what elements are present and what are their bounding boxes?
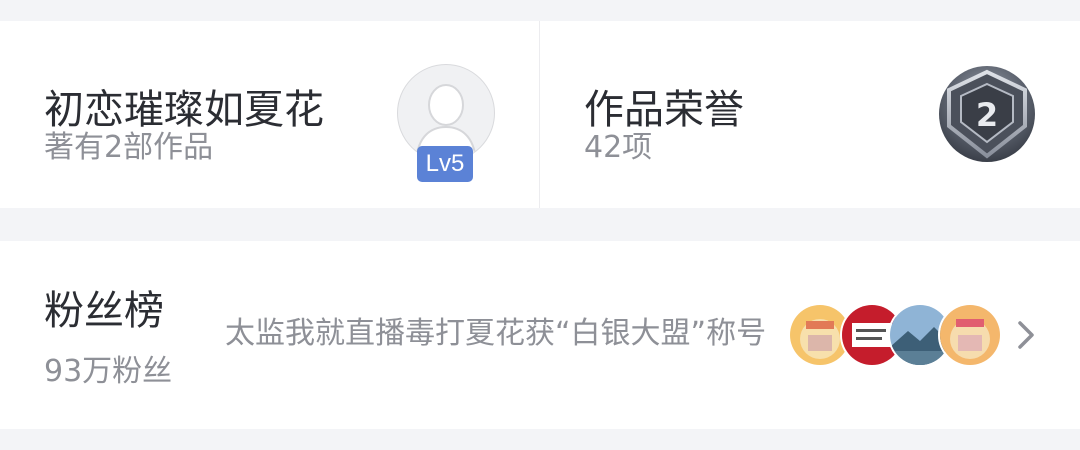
level-badge: Lv5: [417, 146, 473, 182]
author-avatar[interactable]: Lv5: [397, 64, 495, 182]
fan-avatar[interactable]: [938, 303, 1002, 367]
chevron-right-icon[interactable]: [1014, 319, 1038, 351]
author-works-count: 著有2部作品: [44, 130, 214, 165]
honor-count: 42项: [584, 130, 653, 165]
author-name: 初恋璀璨如夏花: [44, 87, 324, 133]
fans-count: 93万粉丝: [44, 354, 173, 389]
author-panel[interactable]: 初恋璀璨如夏花 著有2部作品 Lv5: [0, 21, 539, 208]
honor-title: 作品荣誉: [584, 87, 744, 133]
author-honor-card: 初恋璀璨如夏花 著有2部作品 Lv5 作品荣誉 42项 2: [0, 21, 1080, 208]
fans-news-text: 太监我就直播毒打夏花获“白银大盟”称号: [225, 316, 767, 351]
svg-text:2: 2: [976, 96, 998, 134]
silver-medal-icon: 2: [939, 66, 1035, 162]
fans-title: 粉丝榜: [44, 288, 164, 334]
fans-card[interactable]: 粉丝榜 93万粉丝 太监我就直播毒打夏花获“白银大盟”称号: [0, 241, 1080, 429]
